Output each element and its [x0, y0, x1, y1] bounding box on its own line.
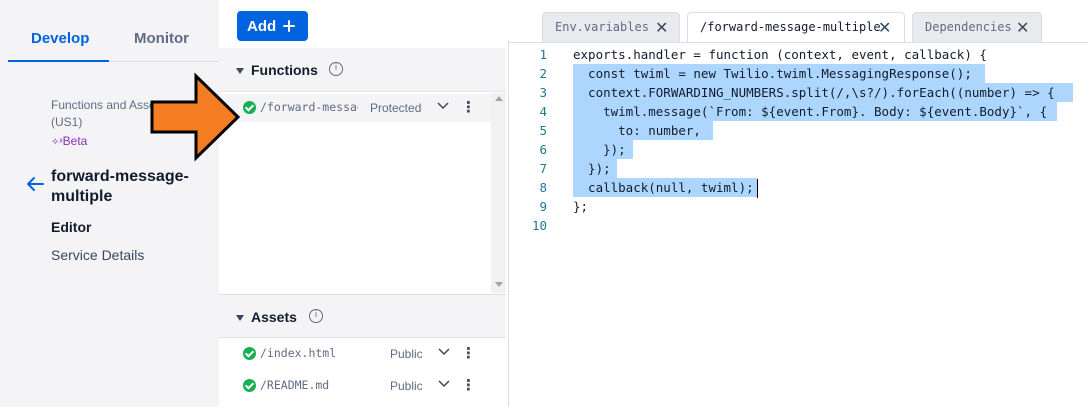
tab-label: Dependencies: [925, 20, 1012, 34]
annotation-arrow-icon: [150, 72, 241, 162]
assets-title: Assets: [251, 309, 297, 325]
nav-item-service-details[interactable]: Service Details: [51, 247, 144, 263]
text-cursor: [757, 179, 758, 198]
add-button[interactable]: Add: [237, 11, 308, 41]
code-line: });: [573, 142, 626, 157]
code-editor[interactable]: 1 2 3 4 5 6 7 8 9 10 exports.handler = f…: [509, 42, 1088, 407]
sparkle-icon: ✧ˣ: [51, 137, 63, 148]
beta-label: Beta: [62, 134, 88, 148]
code-line: };: [573, 199, 589, 214]
tab-monitor[interactable]: Monitor: [134, 30, 189, 47]
check-circle-icon: [243, 379, 256, 392]
code-line: });: [573, 161, 611, 176]
functions-title: Functions: [251, 62, 318, 78]
chevron-down-icon[interactable]: [437, 101, 449, 111]
asset-list-item[interactable]: /README.md Public ⋮: [219, 372, 491, 400]
code-line: context.FORWARDING_NUMBERS.split(/,\s?/)…: [573, 85, 1055, 100]
editor-tab-bar: Env.variables ✕ /forward-message-multipl…: [509, 0, 1088, 43]
service-region: (US1): [51, 115, 83, 129]
scroll-down-icon[interactable]: [495, 282, 503, 287]
line-number: 9: [539, 199, 547, 214]
active-tab-indicator: [8, 60, 109, 62]
code-line: to: number,: [573, 123, 701, 138]
more-options-icon[interactable]: ⋮: [461, 98, 476, 116]
tab-env-variables[interactable]: Env.variables ✕: [542, 12, 680, 42]
more-options-icon[interactable]: ⋮: [461, 344, 476, 362]
line-number-gutter: 1 2 3 4 5 6 7 8 9 10: [509, 43, 561, 407]
code-line: exports.handler = function (context, eve…: [573, 47, 987, 62]
line-number: 7: [539, 161, 547, 176]
asset-name[interactable]: /index.html: [260, 346, 336, 360]
line-number: 10: [531, 218, 547, 233]
line-number: 2: [539, 66, 547, 81]
check-circle-icon: [243, 347, 256, 360]
tab-develop[interactable]: Develop: [31, 30, 89, 47]
asset-name[interactable]: /README.md: [260, 378, 329, 392]
chevron-down-icon[interactable]: [438, 347, 450, 357]
code-line: callback(null, twiml);: [573, 180, 754, 195]
more-options-icon[interactable]: ⋮: [461, 376, 476, 394]
resources-panel: Add Functions i /forward-message-multipl…: [219, 0, 509, 407]
tab-dependencies[interactable]: Dependencies ✕: [912, 12, 1042, 42]
left-navigation: Develop Monitor Functions and Assets (US…: [0, 0, 219, 407]
line-number: 6: [539, 142, 547, 157]
visibility-label: Public: [390, 379, 423, 393]
function-name[interactable]: /forward-message-multiple: [260, 100, 358, 114]
tab-forward-message-multiple[interactable]: /forward-message-multiple ✕: [687, 12, 905, 43]
line-number: 3: [539, 85, 547, 100]
close-icon[interactable]: ✕: [655, 18, 668, 37]
visibility-label: Public: [390, 347, 423, 361]
assets-section-header[interactable]: Assets i: [219, 294, 506, 338]
line-number: 4: [539, 104, 547, 119]
scrollbar[interactable]: [491, 93, 506, 293]
line-number: 8: [539, 180, 547, 195]
close-icon[interactable]: ✕: [878, 18, 891, 37]
plus-icon: [283, 20, 296, 32]
check-circle-icon: [243, 101, 256, 114]
tab-label: /forward-message-multiple: [700, 20, 881, 34]
functions-section-header[interactable]: Functions i: [219, 48, 506, 92]
line-number: 5: [539, 123, 547, 138]
code-line: const twiml = new Twilio.twiml.Messaging…: [573, 66, 972, 81]
scroll-up-icon[interactable]: [495, 96, 503, 101]
chevron-down-icon[interactable]: [438, 379, 450, 389]
info-icon[interactable]: i: [309, 309, 323, 323]
nav-item-editor[interactable]: Editor: [51, 219, 91, 235]
function-title: forward-message-multiple: [51, 168, 189, 205]
back-arrow-icon[interactable]: [25, 176, 45, 192]
caret-down-icon[interactable]: [236, 315, 244, 321]
tab-label: Env.variables: [555, 20, 649, 34]
code-line: twiml.message(`From: ${event.From}. Body…: [573, 104, 1048, 119]
info-icon[interactable]: i: [329, 62, 343, 76]
line-number: 1: [539, 47, 547, 62]
function-list-item[interactable]: /forward-message-multiple Protected ⋮: [219, 94, 491, 122]
asset-list-item[interactable]: /index.html Public ⋮: [219, 340, 491, 368]
beta-badge: ✧ˣBeta: [51, 134, 87, 148]
add-button-label: Add: [247, 17, 277, 35]
close-icon[interactable]: ✕: [1016, 18, 1029, 37]
visibility-label: Protected: [370, 101, 422, 115]
